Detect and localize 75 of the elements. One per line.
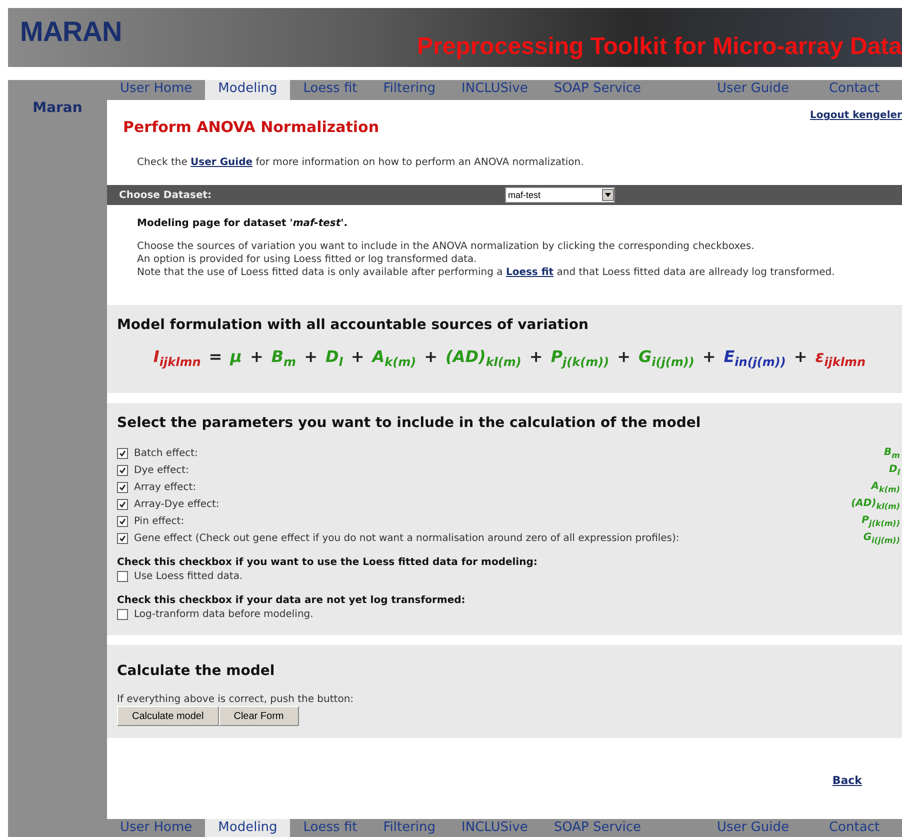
option-question: Check this checkbox if you want to use the Loess fitted data for modeling: bbox=[117, 557, 538, 568]
option-question: Check this checkbox if your data are not yet log transformed: bbox=[117, 595, 466, 606]
checkbox[interactable] bbox=[117, 448, 128, 460]
checkbox-label: Batch effect: bbox=[134, 448, 198, 460]
formula-term: + bbox=[702, 347, 716, 366]
nav-tab[interactable]: INCLUSive bbox=[448, 80, 541, 100]
note-text: Note that the use of Loess fitted data is only available after performing a Loess fit and that Loess fitted data are allready log transformed. bbox=[137, 266, 836, 279]
checkbox[interactable] bbox=[117, 533, 128, 544]
checkbox-label: Log-tranform data before modeling. bbox=[134, 609, 314, 620]
sidebar-title: Maran bbox=[32, 100, 84, 116]
nav-tab[interactable]: SOAP Service bbox=[540, 819, 654, 837]
nav-tab[interactable]: Filtering bbox=[370, 819, 449, 837]
nav-tab[interactable]: INCLUSive bbox=[448, 819, 541, 837]
formula-term: + bbox=[794, 347, 808, 366]
logo: MARAN bbox=[19, 15, 122, 49]
checkbox-label: Pin effect: bbox=[134, 516, 184, 528]
formula-term: + bbox=[304, 347, 318, 366]
formula-term: + bbox=[350, 347, 364, 366]
parameter-symbol: B$_{m}$ bbox=[884, 447, 900, 460]
nav-tab[interactable]: User Guide bbox=[704, 819, 802, 837]
form-button[interactable]: Calculate model bbox=[117, 706, 219, 726]
checkbox[interactable] bbox=[117, 609, 128, 620]
nav-tab[interactable]: Loess fit bbox=[290, 80, 370, 100]
checkbox[interactable] bbox=[117, 499, 128, 510]
formula-term: B$_{m}$ bbox=[271, 347, 296, 366]
description-text: Choose the sources of variation you want to include in the ANOVA normalization by clicking the corresponding checkboxes. bbox=[137, 240, 756, 253]
nav-tab[interactable]: SOAP Service bbox=[540, 80, 654, 100]
formula-term: D$_{l}$ bbox=[325, 347, 343, 366]
nav-tab[interactable]: Filtering bbox=[370, 80, 449, 100]
formula-term: + bbox=[250, 347, 264, 366]
formula-term: μ bbox=[230, 347, 242, 366]
formula-term: A$_{k(m)}$ bbox=[372, 347, 416, 366]
parameter-symbol: (AD)$_{kl(m)}$ bbox=[851, 498, 900, 512]
checkbox-label: Gene effect (Check out gene effect if you do not want a normalisation around zero of all expression profiles): bbox=[134, 533, 680, 544]
back-link[interactable]: Back bbox=[832, 774, 862, 788]
nav-tab[interactable]: Contact bbox=[816, 819, 893, 837]
checkbox[interactable] bbox=[117, 482, 128, 494]
parameter-symbol: A$_{k(m)}$ bbox=[871, 481, 900, 494]
nav-tab[interactable]: Modeling bbox=[205, 819, 290, 837]
formula-term: = bbox=[208, 347, 222, 366]
page-title: Perform ANOVA Normalization bbox=[123, 118, 380, 136]
dataset-heading: Modeling page for dataset 'maf-test'. bbox=[137, 217, 349, 230]
nav-tab[interactable]: User Home bbox=[107, 80, 206, 100]
nav-tab[interactable]: Loess fit bbox=[290, 819, 370, 837]
parameter-symbol: D$_{l}$ bbox=[888, 464, 900, 478]
form-button[interactable]: Clear Form bbox=[218, 706, 299, 726]
dataset-select[interactable]: maf-test bbox=[505, 187, 615, 203]
formula-term: (AD)$_{kl(m)}$ bbox=[446, 347, 522, 366]
checkbox-label: Array effect: bbox=[134, 482, 196, 494]
nav-tab[interactable]: User Home bbox=[107, 819, 206, 837]
nav-tab[interactable]: Contact bbox=[816, 80, 893, 100]
formula-term: + bbox=[424, 347, 438, 366]
logout-link[interactable]: Logout kengeler bbox=[810, 110, 902, 136]
checkbox[interactable] bbox=[117, 571, 128, 582]
nav-tab[interactable]: Modeling bbox=[205, 80, 290, 100]
checkbox-label: Use Loess fitted data. bbox=[134, 571, 243, 582]
checkbox[interactable] bbox=[117, 465, 128, 476]
intro-text: Check the User Guide for more information on how to perform an ANOVA normalization. bbox=[136, 156, 585, 169]
formula-term: + bbox=[529, 347, 543, 366]
section-heading: Calculate the model bbox=[117, 663, 276, 680]
description-text: An option is provided for using Loess fitted or log transformed data. bbox=[137, 253, 478, 266]
parameter-symbol: G$_{i(j(m))}$ bbox=[863, 532, 900, 546]
checkbox-label: Dye effect: bbox=[134, 465, 189, 476]
formula-term: + bbox=[617, 347, 630, 366]
checkbox-label: Array-Dye effect: bbox=[134, 499, 220, 510]
calculate-hint: If everything above is correct, push the button: bbox=[117, 693, 355, 706]
user-guide-link[interactable]: User Guide bbox=[190, 157, 253, 168]
section-heading: Select the parameters you want to include in the calculation of the model bbox=[117, 415, 702, 432]
nav-tab[interactable]: User Guide bbox=[704, 80, 802, 100]
dataset-label: Choose Dataset: bbox=[119, 190, 213, 200]
parameter-symbol: P$_{j(k(m))}$ bbox=[862, 515, 900, 528]
loess-fit-link[interactable]: Loess fit bbox=[506, 267, 554, 278]
checkbox[interactable] bbox=[117, 516, 128, 528]
section-heading: Model formulation with all accountable sources of variation bbox=[117, 317, 590, 333]
tagline: Preprocessing Toolkit for Micro-array Data bbox=[416, 33, 902, 62]
